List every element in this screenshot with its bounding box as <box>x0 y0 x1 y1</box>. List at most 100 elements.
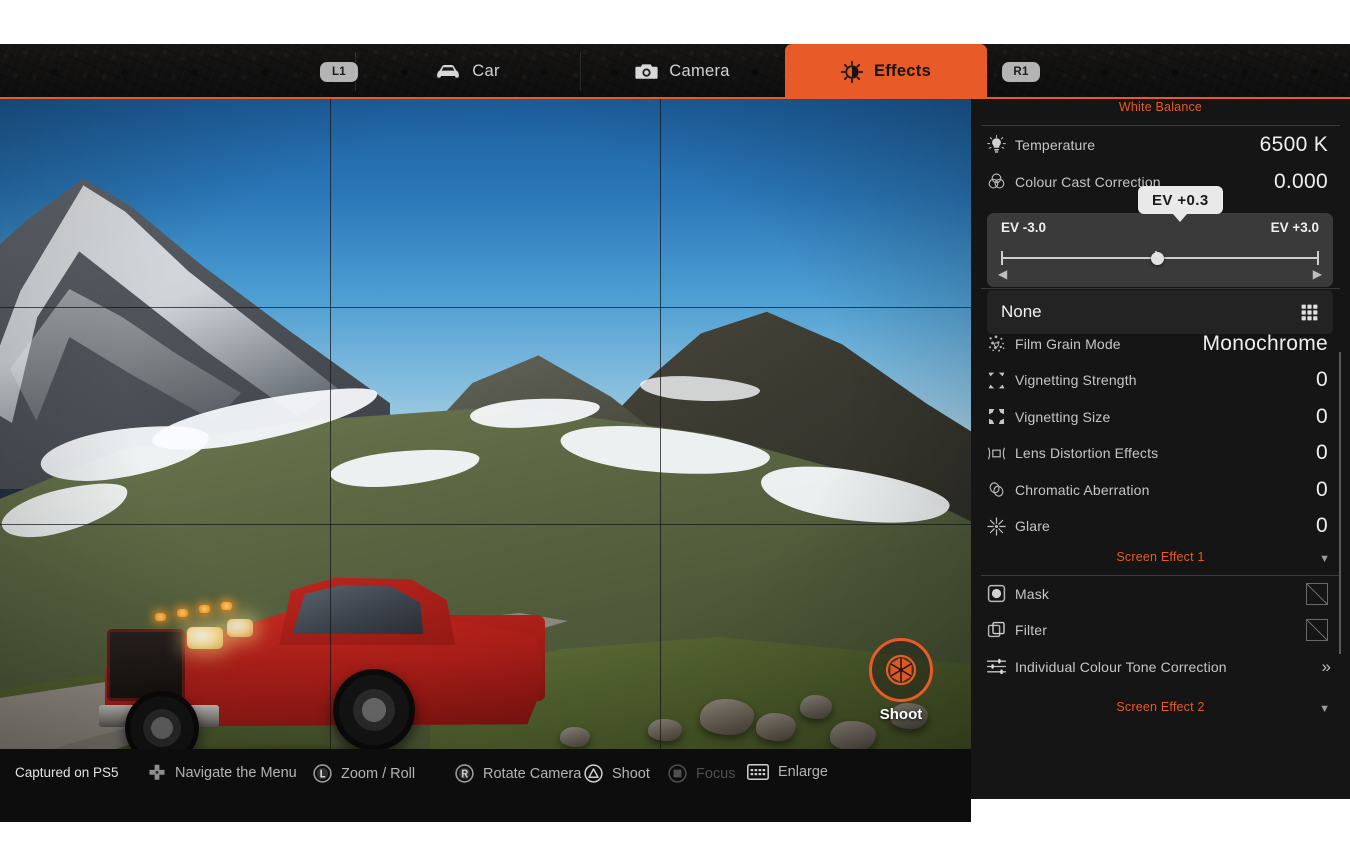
triangle-button-icon <box>584 764 603 783</box>
row-label: Vignetting Size <box>1015 408 1111 425</box>
ev-track-end-right <box>1317 251 1319 265</box>
ev-max-label: EV +3.0 <box>1270 220 1319 235</box>
layers-icon <box>983 620 1009 640</box>
two-circles-icon <box>983 480 1009 500</box>
lightbulb-icon <box>983 135 1009 155</box>
hint-navigate-the-menu[interactable]: Navigate the Menu <box>148 764 297 782</box>
shoot-button-label: Shoot <box>879 706 923 723</box>
row-glare[interactable]: Glare 0 <box>971 508 1350 545</box>
hint-label: Zoom / Roll <box>341 765 416 782</box>
aperture-icon <box>882 651 920 689</box>
glare-star-icon <box>983 516 1009 536</box>
row-vignetting-size[interactable]: Vignetting Size 0 <box>971 399 1350 436</box>
row-chromatic-aberration[interactable]: Chromatic Aberration 0 <box>971 472 1350 509</box>
row-value: Monochrome <box>1202 331 1328 355</box>
row-label: Mask <box>1015 585 1050 602</box>
hint-shoot[interactable]: Shoot <box>584 764 650 783</box>
section-header-screen-effect-2[interactable]: Screen Effect 2 ▼ <box>971 699 1350 725</box>
hint-label: Focus <box>696 765 736 782</box>
square-button-icon <box>668 764 687 783</box>
row-value: 0 <box>1316 477 1328 501</box>
ev-track-end-left <box>1001 251 1003 265</box>
grid-line-horizontal <box>0 524 971 525</box>
lens-distortion-icon <box>983 443 1009 463</box>
row-filter[interactable]: Filter <box>971 612 1350 649</box>
hint-label: Navigate the Menu <box>175 765 297 781</box>
row-label: Chromatic Aberration <box>1015 481 1150 498</box>
dpad-icon <box>148 764 166 782</box>
preset-label: None <box>1001 302 1042 321</box>
mask-circle-icon <box>983 584 1009 604</box>
bumper-r1-badge[interactable]: R1 <box>1002 61 1040 82</box>
tab-effects-label: Effects <box>873 62 932 80</box>
row-value: 0 <box>1316 514 1328 538</box>
row-mask[interactable]: Mask <box>971 576 1350 613</box>
l-stick-icon <box>313 764 332 783</box>
ev-slider-panel[interactable]: EV -3.0 EV +3.0 ◀ ▶ <box>987 213 1333 287</box>
section-title: White Balance <box>1118 100 1203 114</box>
r-stick-icon <box>455 764 474 783</box>
row-label: Film Grain Mode <box>1015 335 1121 352</box>
row-value: 0 <box>1316 404 1328 428</box>
chevron-down-icon[interactable]: ▼ <box>1319 703 1330 715</box>
hint-zoom-roll[interactable]: Zoom / Roll <box>313 764 415 783</box>
row-temperature[interactable]: Temperature 6500 K <box>971 126 1350 163</box>
corners-in-icon <box>983 370 1009 390</box>
tab-car-label: Car <box>472 62 500 80</box>
section-header-screen-effect-1[interactable]: Screen Effect 1 ▼ <box>971 549 1350 575</box>
tab-effects[interactable]: Effects <box>785 44 987 99</box>
hint-enlarge[interactable]: Enlarge <box>747 764 828 780</box>
ev-decrement-arrow-icon[interactable]: ◀ <box>998 267 1007 281</box>
tab-camera-label: Camera <box>669 62 730 80</box>
row-label: Glare <box>1015 518 1050 535</box>
row-value: 0 <box>1316 368 1328 392</box>
row-value: 0.000 <box>1273 169 1328 193</box>
hint-label: Rotate Camera <box>483 765 582 782</box>
ev-value-tooltip: EV +0.3 <box>1138 186 1223 222</box>
corners-out-icon <box>983 407 1009 427</box>
panel-scrollbar[interactable] <box>1339 352 1341 654</box>
grain-scatter-icon <box>983 334 1009 354</box>
tab-car[interactable]: Car <box>355 44 580 99</box>
tab-camera[interactable]: Camera <box>580 44 785 99</box>
grid-3x3-icon[interactable] <box>1300 303 1319 322</box>
bumper-l1-badge[interactable]: L1 <box>320 61 358 82</box>
brightness-icon <box>840 60 863 83</box>
double-chevron-right-icon[interactable]: » <box>1322 657 1332 677</box>
row-label: Filter <box>1015 622 1048 639</box>
row-label: Temperature <box>1015 136 1096 153</box>
row-label: Vignetting Strength <box>1015 372 1137 389</box>
section-title: Screen Effect 1 <box>1116 549 1205 564</box>
touchpad-icon <box>747 764 769 780</box>
hint-focus: Focus <box>668 764 736 783</box>
grid-line-vertical <box>660 99 661 749</box>
hint-rotate-camera[interactable]: Rotate Camera <box>455 764 581 783</box>
row-lens-distortion-effects[interactable]: Lens Distortion Effects 0 <box>971 435 1350 472</box>
photo-viewport[interactable] <box>0 99 971 749</box>
row-value: 0 <box>1316 441 1328 465</box>
car-icon <box>435 63 461 80</box>
mask-swatch-none[interactable] <box>1306 582 1328 605</box>
camera-icon <box>635 62 658 81</box>
row-label: Individual Colour Tone Correction <box>1015 658 1227 675</box>
ev-slider-knob[interactable] <box>1151 252 1164 265</box>
row-value: 6500 K <box>1259 132 1328 156</box>
grid-line-horizontal <box>0 307 971 308</box>
row-individual-colour-tone-correction[interactable]: Individual Colour Tone Correction » <box>971 649 1350 686</box>
grid-line-vertical <box>330 99 331 749</box>
filter-swatch-none[interactable] <box>1306 619 1328 642</box>
chevron-down-icon[interactable]: ▼ <box>1319 553 1330 565</box>
bottom-hint-bar <box>0 749 971 822</box>
top-tab-bar: L1 Car Camera Effects R1 <box>0 44 1350 99</box>
ev-min-label: EV -3.0 <box>1001 220 1047 235</box>
row-vignetting-strength[interactable]: Vignetting Strength 0 <box>971 362 1350 399</box>
viewport-vignette <box>0 99 971 749</box>
ev-increment-arrow-icon[interactable]: ▶ <box>1313 267 1322 281</box>
ev-slider-track[interactable] <box>1001 251 1319 265</box>
preset-none-row[interactable]: None <box>987 290 1333 334</box>
captured-on-label: Captured on PS5 <box>15 765 119 780</box>
panel-bottom-cutoff <box>971 799 1350 844</box>
row-label: Lens Distortion Effects <box>1015 445 1159 462</box>
section-header-white-balance: White Balance <box>971 99 1350 125</box>
shoot-button[interactable] <box>869 638 933 702</box>
